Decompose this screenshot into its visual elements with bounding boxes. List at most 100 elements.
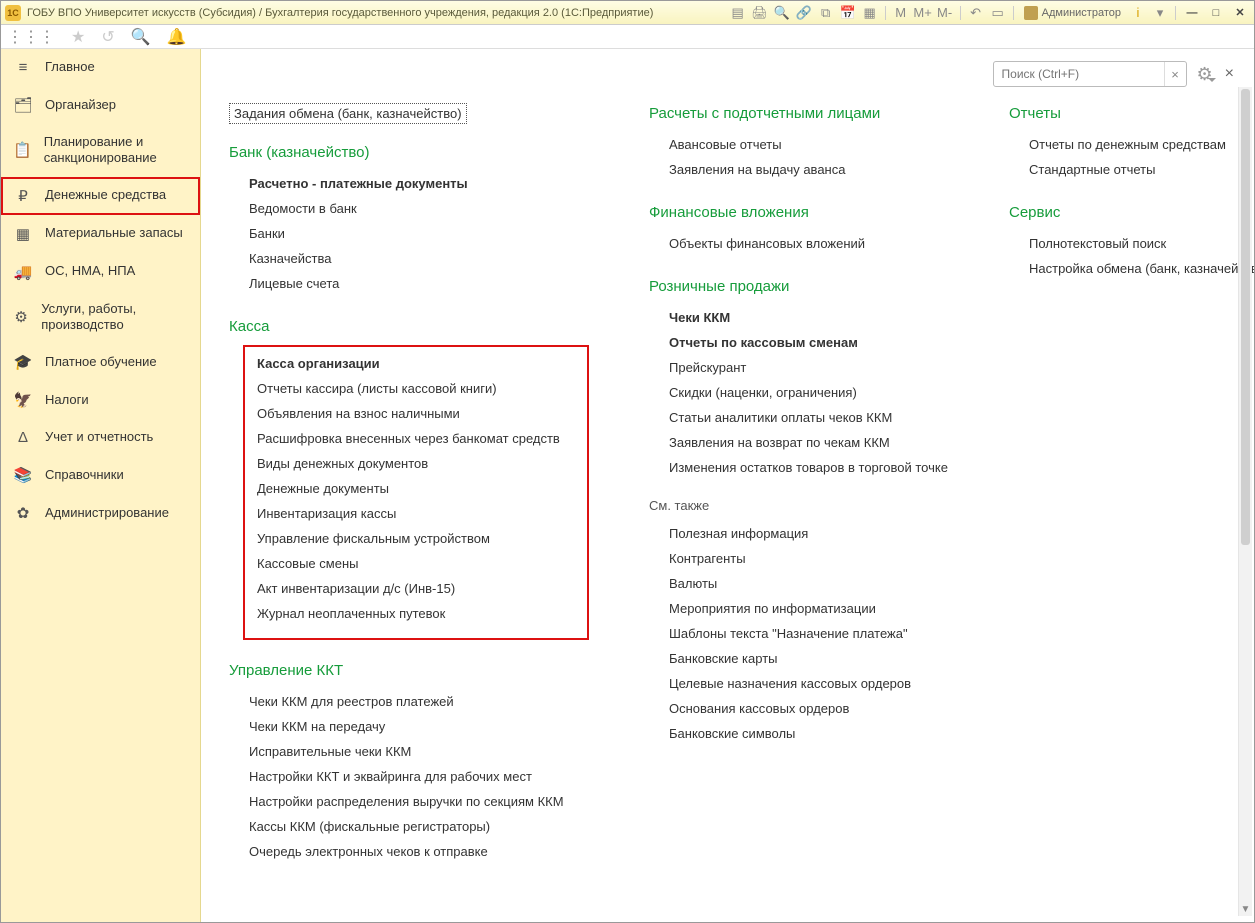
- search-icon[interactable]: 🔍: [131, 27, 151, 47]
- list-item[interactable]: Целевые назначения кассовых ордеров: [669, 671, 949, 696]
- panel-close-button[interactable]: ×: [1223, 65, 1236, 83]
- tool-link-icon[interactable]: 🔗: [795, 4, 813, 22]
- calc-mminus-icon[interactable]: M-: [936, 4, 954, 22]
- tool-print-preview-icon[interactable]: ▤: [729, 4, 747, 22]
- tool-print-icon[interactable]: 🖨: [751, 4, 769, 22]
- list-item[interactable]: Прейскурант: [669, 355, 949, 380]
- section-reports[interactable]: Отчеты: [1009, 105, 1254, 122]
- tool-find-icon[interactable]: 🔍: [773, 4, 791, 22]
- window-close-button[interactable]: ✕: [1230, 5, 1250, 21]
- section-kassa[interactable]: Касса: [229, 318, 589, 335]
- list-item[interactable]: Статьи аналитики оплаты чеков ККМ: [669, 405, 949, 430]
- list-item[interactable]: Управление фискальным устройством: [257, 526, 581, 551]
- info-icon[interactable]: i: [1129, 4, 1147, 22]
- window-minimize-button[interactable]: —: [1182, 5, 1202, 21]
- search-clear-button[interactable]: ×: [1164, 62, 1186, 86]
- sidebar-item-education[interactable]: 🎓 Платное обучение: [1, 343, 200, 381]
- list-item[interactable]: Кассы ККМ (фискальные регистраторы): [249, 814, 589, 839]
- sidebar-item-accounting[interactable]: Δ Учет и отчетность: [1, 419, 200, 456]
- list-item[interactable]: Полезная информация: [669, 521, 949, 546]
- exchange-tasks-link[interactable]: Задания обмена (банк, казначейство): [229, 103, 467, 124]
- list-item[interactable]: Чеки ККМ на передачу: [249, 714, 589, 739]
- list-item[interactable]: Журнал неоплаченных путевок: [257, 601, 581, 626]
- list-item[interactable]: Отчеты по денежным средствам: [1029, 132, 1254, 157]
- tool-tabs-icon[interactable]: ▭: [989, 4, 1007, 22]
- search-box[interactable]: ×: [993, 61, 1187, 87]
- list-item[interactable]: Контрагенты: [669, 546, 949, 571]
- list-item[interactable]: Лицевые счета: [249, 271, 589, 296]
- list-item[interactable]: Скидки (наценки, ограничения): [669, 380, 949, 405]
- section-service[interactable]: Сервис: [1009, 204, 1254, 221]
- sidebar-item-administration[interactable]: ✿ Администрирование: [1, 494, 200, 532]
- list-item[interactable]: Расшифровка внесенных через банкомат сре…: [257, 426, 581, 451]
- section-kkt[interactable]: Управление ККТ: [229, 662, 589, 679]
- favorite-star-icon[interactable]: ★: [71, 27, 85, 47]
- sidebar-item-services[interactable]: ⚙ Услуги, работы, производство: [1, 291, 200, 344]
- history-icon[interactable]: ↺: [101, 27, 114, 47]
- list-item[interactable]: Касса организации: [257, 351, 581, 376]
- list-item[interactable]: Полнотекстовый поиск: [1029, 231, 1254, 256]
- calc-m-icon[interactable]: M: [892, 4, 910, 22]
- list-item[interactable]: Банковские карты: [669, 646, 949, 671]
- tool-grid-icon[interactable]: ▦: [861, 4, 879, 22]
- sidebar-item-cash[interactable]: ₽ Денежные средства: [1, 177, 200, 215]
- list-item[interactable]: Объекты финансовых вложений: [669, 231, 949, 256]
- section-podotchet[interactable]: Расчеты с подотчетными лицами: [649, 105, 949, 122]
- sidebar-item-references[interactable]: 📚 Справочники: [1, 456, 200, 494]
- list-item[interactable]: Изменения остатков товаров в торговой то…: [669, 455, 949, 480]
- list-item[interactable]: Объявления на взнос наличными: [257, 401, 581, 426]
- window-maximize-button[interactable]: □: [1206, 5, 1226, 21]
- tool-back-icon[interactable]: ↶: [967, 4, 985, 22]
- list-item[interactable]: Настройки ККТ и эквайринга для рабочих м…: [249, 764, 589, 789]
- list-item[interactable]: Кассовые смены: [257, 551, 581, 576]
- list-item[interactable]: Стандартные отчеты: [1029, 157, 1254, 182]
- list-item[interactable]: Инвентаризация кассы: [257, 501, 581, 526]
- vertical-scrollbar[interactable]: ▲ ▼: [1238, 87, 1252, 916]
- sidebar-item-assets[interactable]: 🚚 ОС, НМА, НПА: [1, 253, 200, 291]
- section-retail[interactable]: Розничные продажи: [649, 278, 949, 295]
- list-item[interactable]: Настройка обмена (банк, казначейство): [1029, 256, 1254, 281]
- tool-compare-icon[interactable]: ⧉: [817, 4, 835, 22]
- settings-gear-icon[interactable]: ⚙: [1197, 64, 1213, 85]
- scroll-down-icon[interactable]: ▼: [1239, 902, 1252, 916]
- list-item[interactable]: Мероприятия по информатизации: [669, 596, 949, 621]
- notifications-bell-icon[interactable]: 🔔: [167, 27, 187, 47]
- scroll-thumb[interactable]: [1241, 89, 1250, 545]
- calc-mplus-icon[interactable]: M+: [914, 4, 932, 22]
- list-item[interactable]: Банки: [249, 221, 589, 246]
- list-item[interactable]: Заявления на выдачу аванса: [669, 157, 949, 182]
- list-item[interactable]: Отчеты кассира (листы кассовой книги): [257, 376, 581, 401]
- sidebar-item-main[interactable]: ≡ Главное: [1, 49, 200, 86]
- list-item[interactable]: Чеки ККМ для реестров платежей: [249, 689, 589, 714]
- separator: [1175, 6, 1176, 20]
- list-item[interactable]: Исправительные чеки ККМ: [249, 739, 589, 764]
- section-fin[interactable]: Финансовые вложения: [649, 204, 949, 221]
- list-item[interactable]: Виды денежных документов: [257, 451, 581, 476]
- sections-icon[interactable]: ⋮⋮⋮: [7, 27, 55, 47]
- list-item[interactable]: Шаблоны текста "Назначение платежа": [669, 621, 949, 646]
- list-item[interactable]: Расчетно - платежные документы: [249, 171, 589, 196]
- sidebar-item-materials[interactable]: ▦ Материальные запасы: [1, 215, 200, 253]
- list-item[interactable]: Авансовые отчеты: [669, 132, 949, 157]
- sidebar-item-organizer[interactable]: 🗂 Органайзер: [1, 86, 200, 124]
- sidebar-item-planning[interactable]: 📋 Планирование и санкционирование: [1, 124, 200, 177]
- list-item[interactable]: Валюты: [669, 571, 949, 596]
- search-input[interactable]: [994, 67, 1164, 81]
- tool-calendar-icon[interactable]: 📅: [839, 4, 857, 22]
- list-item[interactable]: Отчеты по кассовым сменам: [669, 330, 949, 355]
- list-item[interactable]: Чеки ККМ: [669, 305, 949, 330]
- sidebar-item-taxes[interactable]: 🦅 Налоги: [1, 381, 200, 419]
- list-item[interactable]: Банковские символы: [669, 721, 949, 746]
- list-item[interactable]: Заявления на возврат по чекам ККМ: [669, 430, 949, 455]
- dropdown-icon[interactable]: ▾: [1151, 4, 1169, 22]
- list-item[interactable]: Очередь электронных чеков к отправке: [249, 839, 589, 864]
- list-item[interactable]: Основания кассовых ордеров: [669, 696, 949, 721]
- bank-list: Расчетно - платежные документы Ведомости…: [249, 171, 589, 296]
- list-item[interactable]: Казначейства: [249, 246, 589, 271]
- current-user[interactable]: Администратор: [1020, 6, 1125, 20]
- list-item[interactable]: Настройки распределения выручки по секци…: [249, 789, 589, 814]
- list-item[interactable]: Денежные документы: [257, 476, 581, 501]
- list-item[interactable]: Ведомости в банк: [249, 196, 589, 221]
- section-bank[interactable]: Банк (казначейство): [229, 144, 589, 161]
- list-item[interactable]: Акт инвентаризации д/с (Инв-15): [257, 576, 581, 601]
